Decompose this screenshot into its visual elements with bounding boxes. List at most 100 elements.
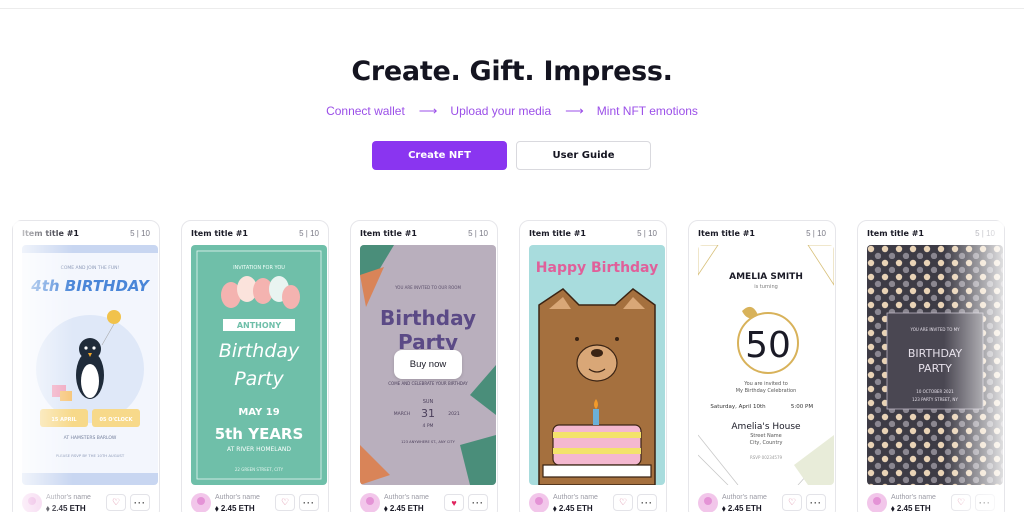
art-place: AT RIVER HOMELAND [227, 446, 291, 453]
card-artwork[interactable]: INVITATION FOR YOU ANTHONY Birthday Part… [191, 245, 327, 485]
card-price: ⬧ 2.45 ETH [553, 504, 593, 512]
create-nft-button[interactable]: Create NFT [372, 141, 507, 170]
card-edition-count: 5 | 10 [468, 229, 488, 238]
user-guide-button[interactable]: User Guide [516, 141, 651, 170]
more-icon[interactable]: ··· [299, 494, 319, 511]
nft-card[interactable]: Item title #1 5 | 10 Happy Birthday Auth… [519, 220, 667, 512]
card-artwork[interactable]: AMELIA SMITH is turning 50 You are invit… [698, 245, 834, 485]
card-title: Item title #1 [191, 229, 248, 238]
price-value: 2.45 ETH [389, 504, 424, 512]
card-price: ⬧ 2.45 ETH [384, 504, 424, 512]
card-price: ⬧ 2.45 ETH [722, 504, 762, 512]
author-name[interactable]: Author's name [722, 494, 767, 501]
hero-title: Create. Gift. Impress. [351, 56, 673, 87]
author-name[interactable]: Author's name [46, 494, 91, 501]
art-years: 5th YEARS [215, 425, 304, 443]
card-edition-count: 5 | 10 [975, 229, 995, 238]
balloons-birthday-artwork: INVITATION FOR YOU ANTHONY Birthday Part… [191, 245, 327, 485]
card-artwork[interactable]: YOU ARE INVITED TO MY BIRTHDAY PARTY 10 … [867, 245, 1003, 485]
art-footer: 123 ANYWHERE ST., ANY CITY [401, 440, 456, 444]
art-top-line: YOU ARE INVITED TO OUR ROOM [394, 285, 461, 290]
more-icon[interactable]: ··· [130, 494, 150, 511]
arrow-right-icon: ⟶ [565, 103, 584, 118]
author-avatar[interactable] [529, 493, 549, 512]
nft-card[interactable]: Item title #1 5 | 10 AMELIA SMITH is tur… [688, 220, 836, 512]
card-title: Item title #1 [22, 229, 79, 238]
card-edition-count: 5 | 10 [806, 229, 826, 238]
heart-icon[interactable]: ♡ [106, 494, 126, 511]
author-name[interactable]: Author's name [215, 494, 260, 501]
card-title: Item title #1 [360, 229, 417, 238]
art-sub: is turning [754, 284, 778, 290]
art-name: AMELIA SMITH [729, 272, 803, 282]
art-day: 31 [421, 407, 435, 420]
card-footer: Author's name ⬧ 2.45 ETH ♥ ··· [360, 493, 488, 512]
author-name[interactable]: Author's name [384, 494, 429, 501]
author-avatar[interactable] [191, 493, 211, 512]
card-footer: Author's name ⬧ 2.45 ETH ♡ ··· [867, 493, 995, 512]
art-address-1: Street Name [750, 433, 782, 439]
card-edition-count: 5 | 10 [637, 229, 657, 238]
more-icon[interactable]: ··· [468, 494, 488, 511]
card-artwork[interactable]: Happy Birthday [529, 245, 665, 485]
art-time: 5:00 PM [791, 404, 813, 410]
author-avatar[interactable] [360, 493, 380, 512]
art-year: 2021 [448, 411, 460, 417]
author-name[interactable]: Author's name [553, 494, 598, 501]
art-date-right: 05 O'CLOCK [100, 417, 134, 423]
nft-card[interactable]: Item title #1 5 | 10 YOU ARE INVITED TO … [350, 220, 498, 512]
step-upload-media[interactable]: Upload your media [450, 104, 551, 118]
price-value: 2.45 ETH [558, 504, 593, 512]
card-footer: Author's name ⬧ 2.45 ETH ♡ ··· [191, 493, 319, 512]
heart-icon[interactable]: ♡ [613, 494, 633, 511]
card-artwork[interactable]: YOU ARE INVITED TO OUR ROOM Birthday Par… [360, 245, 496, 485]
art-top-line: YOU ARE INVITED TO MY [909, 327, 960, 332]
card-artwork[interactable]: COME AND JOIN THE FUN! 4th BIRTHDAY 15 A… [22, 245, 158, 485]
step-connect-wallet[interactable]: Connect wallet [326, 104, 405, 118]
art-date-left: 15 APRIL [51, 417, 77, 423]
art-sub: COME AND CELEBRATE YOUR BIRTHDAY [388, 381, 468, 386]
art-heading-2: PARTY [918, 362, 952, 375]
art-number: 50 [745, 325, 791, 366]
art-venue: Amelia's House [731, 422, 801, 432]
author-avatar[interactable] [22, 493, 42, 512]
steps-row: Connect wallet ⟶ Upload your media ⟶ Min… [0, 103, 1024, 119]
more-icon[interactable]: ··· [637, 494, 657, 511]
card-price: ⬧ 2.45 ETH [46, 504, 86, 512]
nft-card[interactable]: Item title #1 5 | 10 COME AND JOIN THE F… [12, 220, 160, 512]
arrow-right-icon: ⟶ [418, 103, 438, 118]
author-avatar[interactable] [867, 493, 887, 512]
card-footer: Author's name ⬧ 2.45 ETH ♡ ··· [22, 493, 150, 512]
polka-dot-party-artwork: YOU ARE INVITED TO MY BIRTHDAY PARTY 10 … [867, 245, 1003, 485]
card-footer: Author's name ⬧ 2.45 ETH ♡ ··· [698, 493, 826, 512]
more-icon[interactable]: ··· [806, 494, 826, 511]
art-footer: 22 GREEN STREET, CITY [235, 467, 284, 472]
step-mint-nft[interactable]: Mint NFT emotions [597, 104, 698, 118]
card-title: Item title #1 [529, 229, 586, 238]
art-place: AT HAMSTERS BARLOW [64, 435, 117, 441]
author-avatar[interactable] [698, 493, 718, 512]
heart-icon[interactable]: ♥ [444, 494, 464, 511]
price-value: 2.45 ETH [220, 504, 255, 512]
gold-fifty-artwork: AMELIA SMITH is turning 50 You are invit… [698, 245, 834, 485]
nft-card[interactable]: Item title #1 5 | 10 YOU ARE INVITED TO … [857, 220, 1005, 512]
header-divider [0, 8, 1024, 9]
heart-icon[interactable]: ♡ [782, 494, 802, 511]
heart-icon[interactable]: ♡ [951, 494, 971, 511]
nft-card-carousel: Item title #1 5 | 10 COME AND JOIN THE F… [0, 220, 1024, 512]
heart-icon[interactable]: ♡ [275, 494, 295, 511]
art-heading-2: Party [234, 368, 284, 390]
art-name: ANTHONY [237, 321, 282, 330]
penguin-birthday-artwork: COME AND JOIN THE FUN! 4th BIRTHDAY 15 A… [22, 245, 158, 485]
price-value: 2.45 ETH [896, 504, 931, 512]
art-date: Saturday, April 10th [710, 404, 766, 410]
art-heading: 4th BIRTHDAY [30, 277, 151, 295]
art-heading-1: BIRTHDAY [908, 347, 963, 360]
art-invite-1: You are invited to [743, 381, 788, 387]
more-icon[interactable]: ··· [975, 494, 995, 511]
card-price: ⬧ 2.45 ETH [891, 504, 931, 512]
author-name[interactable]: Author's name [891, 494, 936, 501]
nft-card[interactable]: Item title #1 5 | 10 INVITATION FOR YOU … [181, 220, 329, 512]
buy-now-button[interactable]: Buy now [394, 350, 462, 379]
art-date: 10 OCTOBER 2021 [916, 389, 954, 394]
